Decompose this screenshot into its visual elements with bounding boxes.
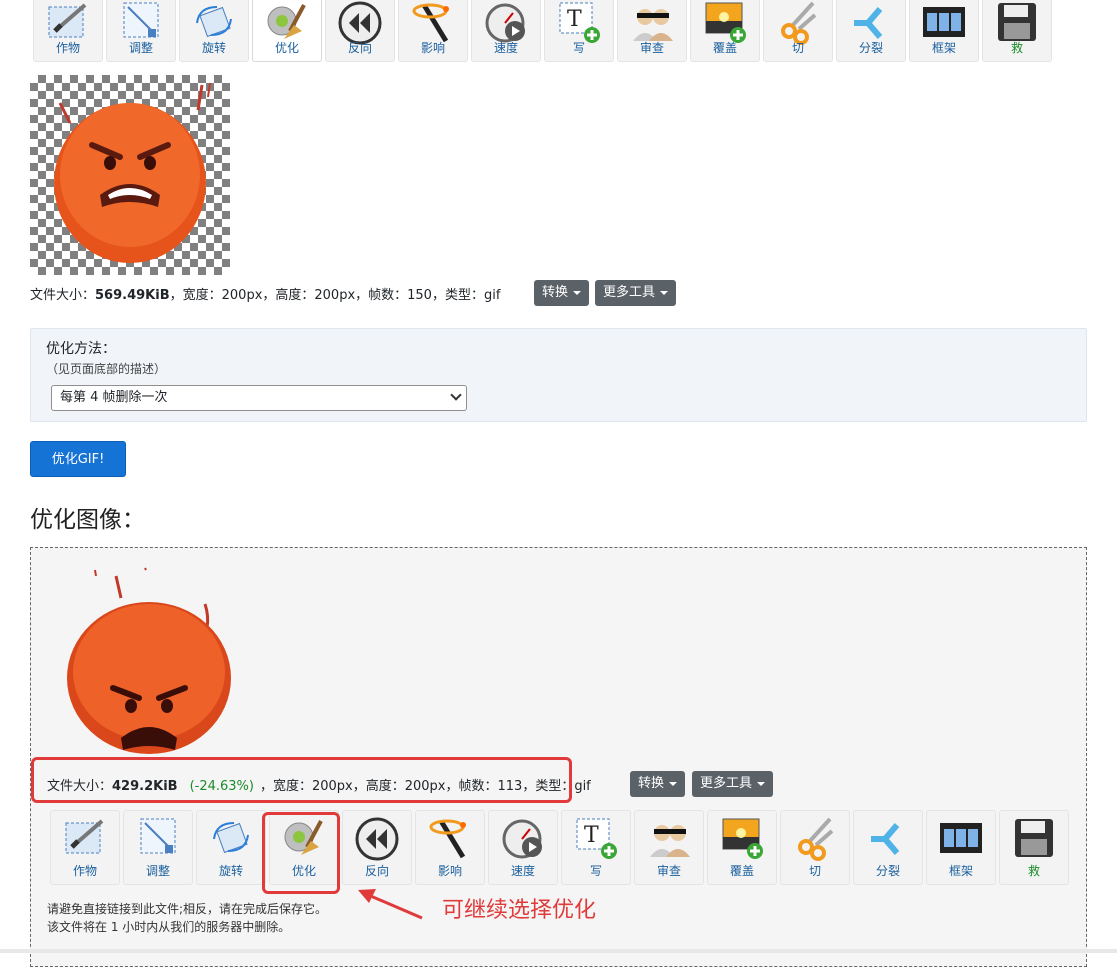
svg-text:T: T bbox=[584, 823, 599, 848]
tool-label: 审查 bbox=[639, 41, 664, 55]
result-convert-dropdown-button[interactable]: 转换 bbox=[630, 771, 686, 797]
tool-split[interactable]: 分裂 bbox=[836, 0, 906, 62]
tool-toolbar-bottom: 作物 调整 旋转 优化 反向 影响 速度 T 写审查 覆盖切分裂 框架救 bbox=[50, 810, 1069, 885]
tool-optimize[interactable]: 优化 bbox=[252, 0, 322, 62]
tool-save[interactable]: 救 bbox=[982, 0, 1052, 62]
optimize-tool-highlight-box bbox=[262, 812, 340, 894]
angry-emoji-image bbox=[54, 82, 211, 263]
tool-toolbar-top: 作物 调整 旋转 优化 反向 影响 速度 T 写审查 覆盖切分裂 框架救 bbox=[33, 0, 1052, 62]
tool-overlay[interactable]: 覆盖 bbox=[690, 0, 760, 62]
tool-label: 反向 bbox=[347, 41, 372, 55]
tool-label: 影响 bbox=[420, 41, 445, 55]
hotlink-note: 请避免直接链接到此文件;相反，请在完成后保存它。 bbox=[47, 902, 328, 916]
tool-label: 速度 bbox=[510, 864, 535, 878]
tool-label: 优化 bbox=[274, 41, 299, 55]
tool-overlay[interactable]: 覆盖 bbox=[707, 810, 777, 885]
tool-label: 反向 bbox=[364, 864, 389, 878]
tool-label: 旋转 bbox=[218, 864, 243, 878]
tool-label: 覆盖 bbox=[712, 41, 737, 55]
tool-effects[interactable]: 影响 bbox=[415, 810, 485, 885]
caret-down-icon bbox=[660, 290, 669, 295]
tool-label: 写 bbox=[589, 864, 602, 878]
tool-label: 影响 bbox=[437, 864, 462, 878]
optimization-options-panel: 优化方法： （见页面底部的描述） 每第 4 帧删除一次 bbox=[30, 328, 1087, 422]
optimize-gif-button[interactable]: 优化GIF! bbox=[30, 441, 126, 477]
tool-label: 分裂 bbox=[875, 864, 900, 878]
original-file-info: 文件大小：569.49KiB，宽度：200px，高度：200px，帧数：150，… bbox=[30, 288, 501, 303]
tool-effects[interactable]: 影响 bbox=[398, 0, 468, 62]
original-file-size: 569.49KiB bbox=[95, 288, 170, 303]
caret-down-icon bbox=[573, 290, 582, 295]
chevron-down-icon bbox=[450, 389, 462, 401]
tool-frames[interactable]: 框架 bbox=[909, 0, 979, 62]
tool-cut[interactable]: 切 bbox=[763, 0, 833, 62]
method-hint: （见页面底部的描述） bbox=[46, 362, 167, 376]
optimization-method-select[interactable]: 每第 4 帧删除一次 bbox=[51, 385, 467, 411]
caret-down-icon bbox=[757, 781, 766, 786]
method-label: 优化方法： bbox=[46, 341, 116, 357]
tool-cut[interactable]: 切 bbox=[780, 810, 850, 885]
tool-write-text[interactable]: T写 bbox=[561, 810, 631, 885]
more-tools-dropdown-button[interactable]: 更多工具 bbox=[595, 280, 677, 306]
tool-label: 调整 bbox=[128, 41, 153, 55]
tool-resize[interactable]: 调整 bbox=[106, 0, 176, 62]
tool-label: 审查 bbox=[656, 864, 681, 878]
tool-label: 救 bbox=[1010, 41, 1023, 55]
tool-label: 救 bbox=[1027, 864, 1040, 878]
tool-speed[interactable]: 速度 bbox=[488, 810, 558, 885]
tool-resize[interactable]: 调整 bbox=[123, 810, 193, 885]
caret-down-icon bbox=[669, 781, 678, 786]
deletion-note: 该文件将在 1 小时内从我们的服务器中删除。 bbox=[47, 920, 291, 934]
tool-label: 调整 bbox=[145, 864, 170, 878]
optimized-angry-emoji-image bbox=[67, 567, 231, 754]
tool-label: 分裂 bbox=[858, 41, 883, 55]
page-bottom-edge bbox=[0, 949, 1117, 953]
tool-label: 写 bbox=[572, 41, 585, 55]
tool-label: 框架 bbox=[948, 864, 973, 878]
tool-label: 框架 bbox=[931, 41, 956, 55]
tool-crop[interactable]: 作物 bbox=[50, 810, 120, 885]
annotation-arrow-icon bbox=[358, 889, 423, 920]
tool-frames[interactable]: 框架 bbox=[926, 810, 996, 885]
tool-split[interactable]: 分裂 bbox=[853, 810, 923, 885]
tool-censor[interactable]: 审查 bbox=[634, 810, 704, 885]
tool-write-text[interactable]: T写 bbox=[544, 0, 614, 62]
tool-reverse[interactable]: 反向 bbox=[325, 0, 395, 62]
original-gif-preview bbox=[30, 75, 230, 275]
tool-rotate[interactable]: 旋转 bbox=[179, 0, 249, 62]
convert-dropdown-button[interactable]: 转换 bbox=[534, 280, 590, 306]
tool-label: 作物 bbox=[72, 864, 97, 878]
svg-text:T: T bbox=[567, 7, 582, 32]
tool-speed[interactable]: 速度 bbox=[471, 0, 541, 62]
tool-label: 旋转 bbox=[201, 41, 226, 55]
tool-censor[interactable]: 审查 bbox=[617, 0, 687, 62]
tool-label: 切 bbox=[791, 41, 804, 55]
result-more-tools-dropdown-button[interactable]: 更多工具 bbox=[692, 771, 774, 797]
tool-label: 作物 bbox=[55, 41, 80, 55]
tool-label: 覆盖 bbox=[729, 864, 754, 878]
tool-label: 切 bbox=[808, 864, 821, 878]
file-info-highlight-box bbox=[31, 757, 572, 803]
annotation-text: 可继续选择优化 bbox=[442, 898, 597, 923]
result-heading: 优化图像： bbox=[30, 507, 145, 533]
tool-crop[interactable]: 作物 bbox=[33, 0, 103, 62]
tool-save[interactable]: 救 bbox=[999, 810, 1069, 885]
tool-reverse[interactable]: 反向 bbox=[342, 810, 412, 885]
tool-label: 速度 bbox=[493, 41, 518, 55]
tool-rotate[interactable]: 旋转 bbox=[196, 810, 266, 885]
